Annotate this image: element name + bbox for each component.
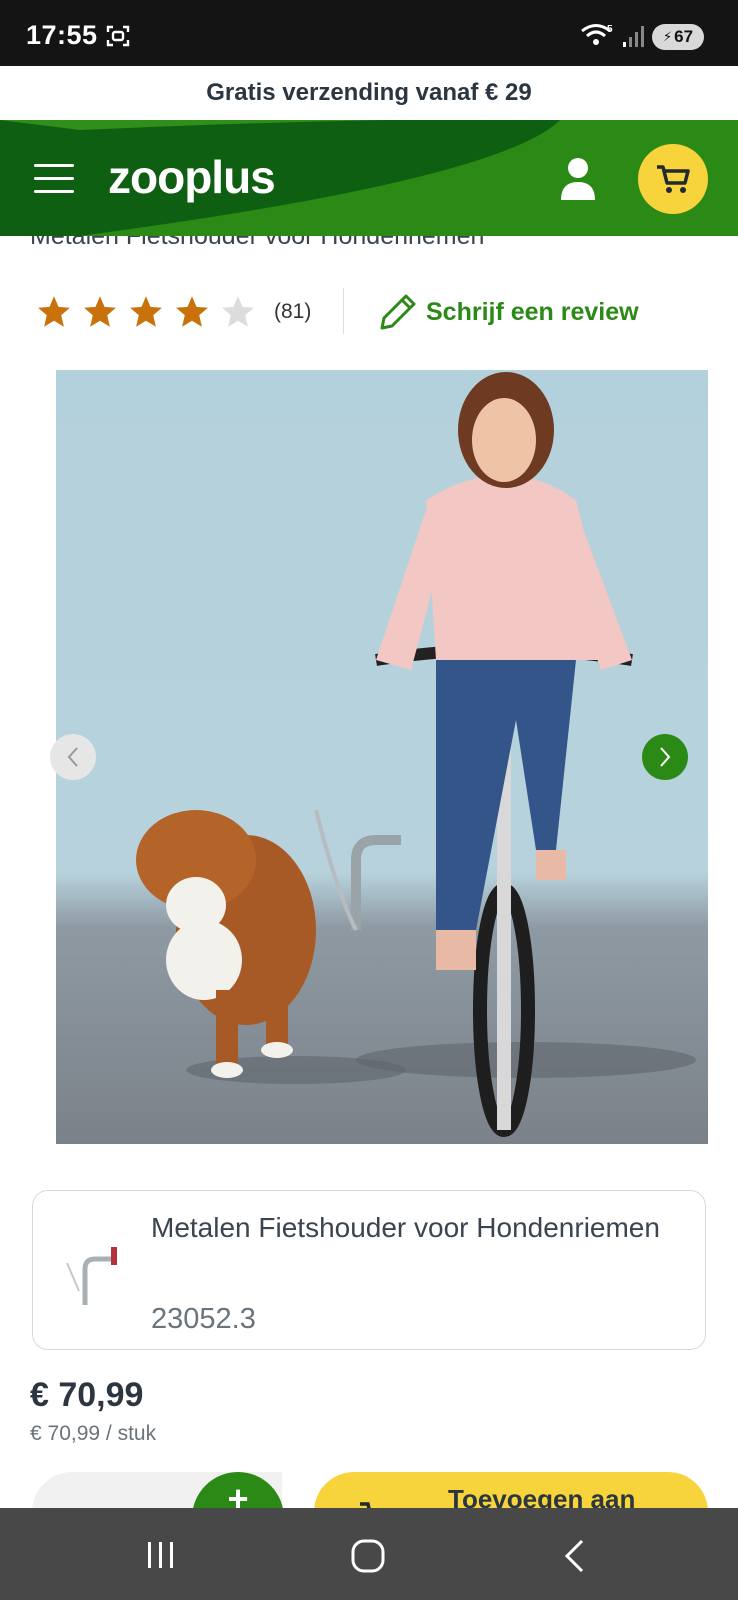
divider bbox=[343, 288, 344, 334]
signal-icon bbox=[623, 26, 644, 47]
variant-thumbnail bbox=[66, 1247, 117, 1305]
battery-level: 67 bbox=[674, 27, 694, 46]
zooplus-logo[interactable]: zooplus bbox=[108, 150, 276, 204]
rating-row[interactable]: (81) bbox=[36, 290, 311, 334]
status-time: 17:55 bbox=[26, 20, 98, 50]
write-review-link[interactable]: Schrijf een review bbox=[378, 290, 639, 334]
variant-code: 23052.3 bbox=[151, 1303, 256, 1335]
site-header: zooplus bbox=[0, 120, 738, 236]
star-filled-icon bbox=[84, 296, 116, 327]
carousel-prev-button[interactable] bbox=[50, 734, 96, 780]
promo-text: Gratis verzending vanaf € 29 bbox=[206, 79, 532, 106]
menu-icon[interactable] bbox=[34, 164, 74, 194]
write-review-label: Schrijf een review bbox=[426, 297, 639, 326]
product-image-carousel[interactable] bbox=[0, 370, 738, 1144]
wifi-icon: 5 bbox=[581, 24, 613, 45]
star-filled-icon bbox=[176, 296, 208, 327]
variant-card[interactable]: Metalen Fietshouder voor Hondenriemen 23… bbox=[32, 1190, 706, 1350]
carousel-next-button[interactable] bbox=[642, 734, 688, 780]
price: € 70,99 bbox=[30, 1376, 144, 1414]
cart-button[interactable] bbox=[638, 144, 708, 214]
variant-name: Metalen Fietshouder voor Hondenriemen bbox=[151, 1212, 660, 1243]
unit-price: € 70,99 / stuk bbox=[30, 1422, 157, 1445]
star-filled-icon bbox=[38, 296, 70, 327]
back-icon[interactable] bbox=[562, 1538, 586, 1574]
recent-apps-icon[interactable] bbox=[146, 1540, 176, 1570]
screenshot-icon bbox=[106, 25, 130, 47]
review-count[interactable]: (81) bbox=[274, 300, 311, 324]
home-icon[interactable] bbox=[350, 1538, 386, 1574]
battery-indicator: ⚡ 67 bbox=[652, 24, 704, 50]
network-type: 5 bbox=[607, 24, 613, 35]
chevron-left-icon bbox=[67, 747, 78, 767]
product-photo bbox=[56, 370, 708, 1144]
promo-banner[interactable]: Gratis verzending vanaf € 29 bbox=[0, 66, 738, 120]
user-icon[interactable] bbox=[558, 156, 598, 200]
star-empty-icon bbox=[222, 296, 254, 327]
status-bar: 17:55 5 ⚡ 67 bbox=[0, 0, 738, 66]
star-rating bbox=[36, 294, 256, 330]
chevron-right-icon bbox=[660, 747, 671, 767]
battery-charging-icon: ⚡ bbox=[662, 29, 673, 44]
cart-icon bbox=[657, 165, 690, 193]
pencil-icon bbox=[380, 294, 416, 330]
system-navigation-bar bbox=[0, 1508, 738, 1600]
star-filled-icon bbox=[130, 296, 162, 327]
